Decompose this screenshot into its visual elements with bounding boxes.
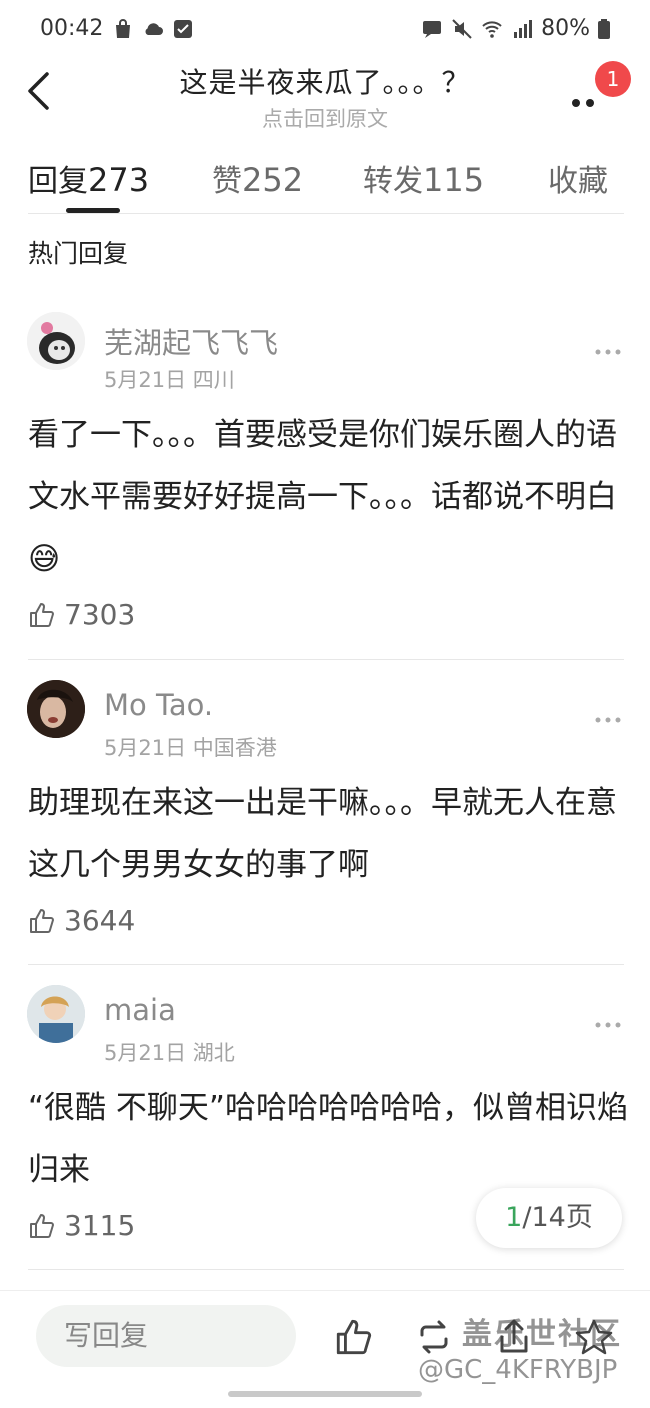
battery-icon: [598, 18, 610, 39]
like-post-button[interactable]: [334, 1317, 374, 1357]
shopping-bag-icon: [116, 19, 130, 38]
tab-replies[interactable]: 回复273: [28, 156, 149, 200]
cloud-sync-icon: [145, 23, 163, 35]
avatar-image: [27, 680, 85, 738]
like-button[interactable]: 3644: [28, 904, 135, 937]
more-dots-icon: [595, 717, 621, 723]
divider: [28, 213, 624, 214]
thumbs-up-icon: [30, 1213, 54, 1238]
status-time: 00:42: [40, 16, 104, 41]
divider: [28, 659, 624, 660]
avatar[interactable]: [27, 312, 85, 370]
status-bar: 00:42 80%: [0, 0, 650, 62]
total-pages: /14页: [522, 1202, 593, 1233]
comment-username[interactable]: 芜湖起飞飞飞: [104, 320, 278, 362]
comment-more-button[interactable]: [592, 342, 626, 362]
thumbs-up-icon: [336, 1319, 372, 1355]
battery-percent: 80%: [541, 16, 590, 41]
comment-body: 看了一下。。。首要感受是你们娱乐圈人的语文水平需要好好提高一下。。。话都说不明白…: [28, 417, 617, 577]
back-to-original-link[interactable]: 点击回到原文: [0, 103, 650, 133]
section-title-hot-replies: 热门回复: [28, 239, 129, 268]
comment-meta: 5月21日 湖北: [104, 1041, 235, 1065]
home-indicator[interactable]: [228, 1391, 422, 1397]
comment-body: “很酷 不聊天”哈哈哈哈哈哈哈，似曾相识焰归来: [28, 1090, 628, 1188]
comment-username[interactable]: maia: [104, 993, 176, 1027]
thumbs-up-icon: [30, 908, 54, 933]
like-button[interactable]: 7303: [28, 598, 135, 631]
avatar-image: [27, 985, 85, 1043]
watermark-logo: 盖乐世社区: [462, 1317, 622, 1352]
comment-body: 助理现在来这一出是干嘛。。。早就无人在意这几个男男女女的事了啊: [28, 785, 617, 883]
avatar[interactable]: [27, 985, 85, 1043]
mute-icon: [452, 18, 472, 39]
thumbs-up-icon: [30, 602, 54, 627]
like-count: 3115: [64, 1209, 136, 1242]
watermark-handle: @GC_4KFRYBJP: [418, 1355, 618, 1385]
avatar-image: [27, 312, 85, 370]
like-count: 3644: [64, 904, 136, 937]
divider: [28, 964, 624, 965]
write-reply-input[interactable]: 写回复: [36, 1305, 296, 1367]
comment-username[interactable]: Mo Tao.: [104, 688, 213, 722]
like-button[interactable]: 3115: [28, 1209, 135, 1242]
page-title: 这是半夜来瓜了。。。？: [179, 66, 471, 99]
notification-badge: 1: [595, 61, 631, 97]
comment-meta: 5月21日 四川: [104, 368, 235, 392]
like-count: 7303: [64, 598, 136, 631]
current-page: 1: [505, 1202, 523, 1233]
page-indicator-button[interactable]: 1/14页: [476, 1188, 622, 1248]
tab-favorites[interactable]: 收藏: [548, 156, 608, 200]
tab-likes[interactable]: 赞252: [212, 156, 303, 200]
repost-icon: [420, 1320, 448, 1354]
comment-more-button[interactable]: [592, 710, 626, 730]
nav-header: 这是半夜来瓜了。。。？ 点击回到原文: [0, 55, 650, 135]
more-dots-icon: [595, 349, 621, 355]
signal-icon: [514, 19, 533, 38]
tab-reposts[interactable]: 转发115: [363, 156, 484, 200]
checkbox-icon: [174, 20, 192, 38]
repost-button[interactable]: [414, 1317, 454, 1357]
more-dots-icon: [595, 1022, 621, 1028]
message-icon: [423, 20, 442, 38]
avatar[interactable]: [27, 680, 85, 738]
comment-more-button[interactable]: [592, 1015, 626, 1035]
comment-meta: 5月21日 中国香港: [104, 736, 277, 760]
wifi-icon: [482, 20, 502, 38]
tab-bar: 回复273 赞252 转发115 收藏: [0, 150, 650, 216]
divider: [28, 1269, 624, 1270]
bottom-action-bar: 写回复 盖乐世社区 @GC_4KFRYBJP: [0, 1290, 650, 1408]
